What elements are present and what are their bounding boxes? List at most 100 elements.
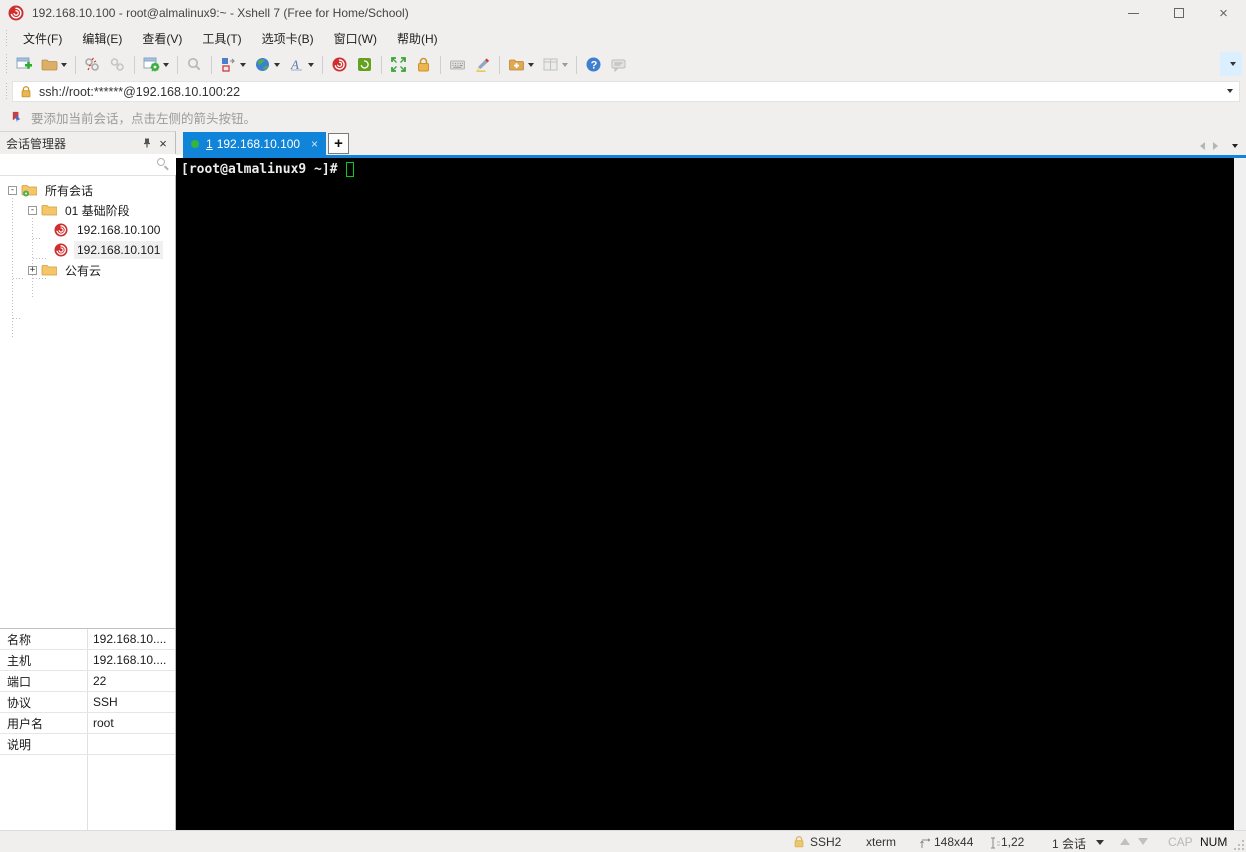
fullscreen-button[interactable]: [387, 53, 410, 76]
property-label: 用户名: [7, 716, 44, 731]
compose-pane-button[interactable]: [217, 53, 249, 76]
tab-label: 192.168.10.100: [216, 136, 301, 151]
xshell-window: 192.168.10.100 - root@almalinux9:~ - Xsh…: [0, 0, 1246, 852]
menubar-drag-handle[interactable]: [5, 29, 9, 47]
tree-item-folder-01[interactable]: - 01 基础阶段: [0, 200, 175, 220]
collapse-icon[interactable]: -: [8, 185, 17, 195]
property-value[interactable]: 192.168.10....: [87, 632, 175, 646]
font-button[interactable]: A: [285, 53, 317, 76]
tab-connected-dot: [191, 139, 199, 148]
toolbar-overflow-button[interactable]: [1220, 52, 1242, 76]
address-bar-row: [0, 79, 1246, 104]
addressbar-drag-handle[interactable]: [5, 82, 9, 101]
tree-item-session-100[interactable]: 192.168.10.100: [0, 220, 175, 240]
property-value[interactable]: root: [87, 716, 175, 730]
scroll-up-icon[interactable]: [1120, 838, 1130, 845]
status-terminal-size: 148x44: [934, 835, 974, 849]
session-list-caret-icon[interactable]: [1096, 840, 1104, 845]
maximize-icon: [1173, 8, 1184, 18]
tree-item-label: 01 基础阶段: [65, 203, 130, 218]
terminal-scrollbar[interactable]: [1234, 158, 1246, 830]
tab-scroll-left-icon[interactable]: [1200, 142, 1205, 150]
status-bar: SSH2 xterm 148x44 1,22 1 会话 CAP NUM: [0, 830, 1246, 852]
tab-close-icon[interactable]: ×: [309, 137, 320, 151]
encoding-button[interactable]: [251, 53, 283, 76]
feedback-icon: [611, 59, 626, 73]
reconnect-button[interactable]: [106, 53, 129, 76]
new-session-icon: [16, 57, 32, 69]
address-input[interactable]: [39, 84, 1239, 99]
menu-window[interactable]: 窗口(W): [325, 27, 386, 50]
new-file-button[interactable]: [505, 53, 537, 76]
toolbar-separator: [134, 55, 135, 74]
tab-session-100[interactable]: 1 192.168.10.100 ×: [183, 132, 326, 155]
scroll-down-icon[interactable]: [1138, 838, 1148, 845]
session-manager-panel: 会话管理器 × - 所有会话 - 01 基础阶段 192.168.10.100 …: [0, 131, 183, 830]
lock-screen-button[interactable]: [412, 53, 435, 76]
open-session-caret[interactable]: [61, 62, 67, 67]
compose-pane-caret[interactable]: [240, 62, 246, 67]
collapse-icon[interactable]: -: [28, 205, 37, 215]
expand-icon[interactable]: +: [28, 265, 37, 275]
session-properties-button[interactable]: [140, 53, 172, 76]
xshell-launch-button[interactable]: [328, 53, 351, 76]
minimize-button[interactable]: [1111, 0, 1156, 26]
font-caret[interactable]: [308, 62, 314, 67]
menu-help[interactable]: 帮助(H): [388, 27, 447, 50]
xftp-launch-button[interactable]: [353, 53, 376, 76]
find-button[interactable]: [183, 53, 206, 76]
add-session-flag-icon[interactable]: [10, 110, 25, 125]
resize-grip[interactable]: [1234, 840, 1244, 850]
virtual-keyboard-button[interactable]: [446, 53, 469, 76]
window-title: 192.168.10.100 - root@almalinux9:~ - Xsh…: [32, 6, 409, 20]
maximize-button[interactable]: [1156, 0, 1201, 26]
close-button[interactable]: ×: [1201, 0, 1246, 26]
help-button[interactable]: ?: [582, 53, 605, 76]
menu-tools[interactable]: 工具(T): [193, 27, 250, 50]
terminal-screen[interactable]: [root@almalinux9 ~]#: [176, 158, 1246, 830]
menu-view[interactable]: 查看(V): [133, 27, 191, 50]
tree-item-folder-public-cloud[interactable]: + 公有云: [0, 260, 175, 280]
close-panel-button[interactable]: ×: [155, 135, 171, 151]
toolbar-separator: [322, 55, 323, 74]
new-session-button[interactable]: [13, 53, 36, 76]
session-properties-grid: 名称 192.168.10.... 主机 192.168.10.... 端口 2…: [0, 628, 175, 830]
session-properties-caret[interactable]: [163, 62, 169, 67]
toolbar: A ?: [0, 50, 1246, 79]
tree-item-all-sessions[interactable]: - 所有会话: [0, 180, 175, 200]
feedback-button[interactable]: [607, 53, 630, 76]
tree-item-session-101[interactable]: 192.168.10.101: [0, 240, 175, 260]
toolbar-drag-handle[interactable]: [5, 54, 9, 75]
layout-button[interactable]: [539, 53, 571, 76]
property-row-port: 端口 22: [0, 671, 175, 692]
property-value[interactable]: 192.168.10....: [87, 653, 175, 667]
status-cursor-position: 1,22: [1001, 835, 1025, 849]
tree-item-label: 所有会话: [45, 183, 94, 198]
tab-list-dropdown-icon[interactable]: [1232, 144, 1238, 148]
menu-tabs[interactable]: 选项卡(B): [253, 27, 323, 50]
tab-scroll-right-icon[interactable]: [1213, 142, 1218, 150]
open-session-button[interactable]: [38, 53, 70, 76]
menu-file[interactable]: 文件(F): [14, 27, 71, 50]
tree-item-label: 192.168.10.100: [77, 223, 161, 237]
menu-edit[interactable]: 编辑(E): [73, 27, 131, 50]
folder-icon: [41, 262, 57, 278]
status-protocol: SSH2: [810, 835, 842, 849]
session-tree: - 所有会话 - 01 基础阶段 192.168.10.100 192.168.…: [0, 176, 175, 628]
address-dropdown-icon[interactable]: [1227, 89, 1233, 93]
tree-item-label: 192.168.10.101: [74, 241, 164, 259]
new-file-caret[interactable]: [528, 62, 534, 67]
property-value[interactable]: SSH: [87, 695, 175, 709]
session-search-input[interactable]: [0, 154, 183, 175]
encoding-caret[interactable]: [274, 62, 280, 67]
status-session-count[interactable]: 1 会话: [1052, 835, 1086, 852]
disconnect-button[interactable]: [81, 53, 104, 76]
property-value[interactable]: 22: [87, 674, 175, 688]
property-row-host: 主机 192.168.10....: [0, 650, 175, 671]
layout-caret[interactable]: [562, 62, 568, 67]
new-tab-button[interactable]: +: [328, 133, 349, 154]
highlighter-button[interactable]: [471, 53, 494, 76]
pin-icon: [144, 138, 150, 148]
pin-panel-button[interactable]: [139, 135, 155, 151]
address-box[interactable]: [12, 81, 1240, 102]
